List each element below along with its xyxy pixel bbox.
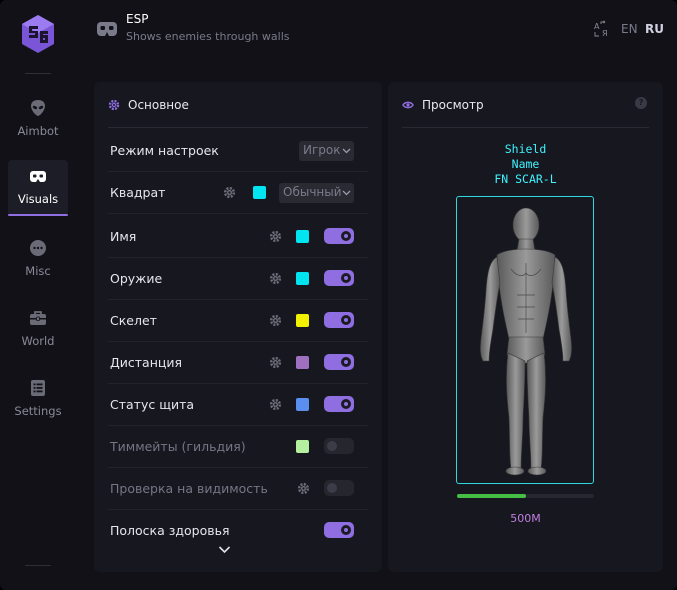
settings-row-shield-status: Статус щита bbox=[108, 384, 368, 426]
color-swatch[interactable] bbox=[296, 356, 309, 369]
row-label: Статус щита bbox=[110, 397, 195, 412]
eye-icon bbox=[402, 101, 414, 109]
row-label: Квадрат bbox=[110, 185, 166, 200]
panel-divider bbox=[402, 127, 649, 128]
health-bar-toggle[interactable] bbox=[324, 522, 354, 538]
app-window: Aimbot Visuals Misc World Settings ESP S… bbox=[0, 0, 677, 590]
page-title: ESP bbox=[126, 12, 149, 26]
chevron-down-icon[interactable] bbox=[218, 545, 231, 554]
row-label: Режим настроек bbox=[110, 143, 219, 158]
chevron-down-icon bbox=[342, 190, 351, 196]
page-subtitle: Shows enemies through walls bbox=[126, 30, 290, 43]
health-bar bbox=[457, 494, 594, 498]
sidebar-item-misc[interactable]: Misc bbox=[8, 232, 68, 288]
svg-text:A: A bbox=[594, 22, 600, 31]
help-icon[interactable]: ? bbox=[635, 97, 647, 109]
player-model-figure bbox=[480, 207, 572, 476]
app-logo bbox=[22, 15, 54, 53]
settings-row-health-bar: Полоска здоровья bbox=[108, 510, 368, 552]
sidebar-item-label: Aimbot bbox=[17, 124, 59, 138]
row-label: Оружие bbox=[110, 271, 163, 286]
box-style-select[interactable]: Обычный bbox=[279, 183, 354, 203]
settings-row-box: Квадрат Обычный bbox=[108, 172, 368, 214]
color-swatch[interactable] bbox=[296, 272, 309, 285]
language-ru-button[interactable]: RU bbox=[645, 22, 664, 36]
preview-panel: Просмотр ? Shield Name FN SCAR-L 500M bbox=[388, 82, 663, 572]
sidebar-divider-top bbox=[25, 73, 51, 74]
weapon-toggle[interactable] bbox=[324, 270, 354, 286]
gear-icon[interactable] bbox=[269, 314, 282, 327]
list-icon bbox=[31, 380, 45, 396]
distance-label: 500M bbox=[510, 512, 541, 525]
gear-icon[interactable] bbox=[269, 356, 282, 369]
row-label: Полоска здоровья bbox=[110, 523, 230, 538]
gear-icon bbox=[108, 99, 120, 111]
main-settings-panel: Основное Режим настроек Игрок Квадрат Об… bbox=[94, 82, 382, 572]
esp-bounding-box bbox=[456, 196, 594, 484]
color-swatch[interactable] bbox=[296, 230, 309, 243]
name-toggle[interactable] bbox=[324, 228, 354, 244]
distance-toggle[interactable] bbox=[324, 354, 354, 370]
row-label: Тиммейты (гильдия) bbox=[110, 439, 246, 454]
panel-header: Основное bbox=[108, 96, 189, 114]
language-en-button[interactable]: EN bbox=[621, 22, 638, 36]
sidebar-item-aimbot[interactable]: Aimbot bbox=[8, 92, 68, 148]
settings-row-mode: Режим настроек Игрок bbox=[108, 130, 368, 172]
settings-row-skeleton: Скелет bbox=[108, 300, 368, 342]
panel-title: Просмотр bbox=[422, 98, 484, 112]
settings-row-teammates: Тиммейты (гильдия) bbox=[108, 426, 368, 468]
sidebar: Aimbot Visuals Misc World Settings bbox=[0, 0, 76, 590]
gear-icon[interactable] bbox=[297, 482, 310, 495]
vr-goggles-icon bbox=[97, 22, 117, 36]
row-label: Проверка на видимость bbox=[110, 481, 268, 496]
color-swatch[interactable] bbox=[253, 186, 266, 199]
settings-row-visibility-check: Проверка на видимость bbox=[108, 468, 368, 510]
alien-icon bbox=[31, 100, 45, 116]
sidebar-divider-bottom bbox=[25, 565, 51, 566]
color-swatch[interactable] bbox=[296, 314, 309, 327]
sidebar-item-label: World bbox=[21, 334, 55, 348]
color-swatch[interactable] bbox=[296, 440, 309, 453]
settings-row-distance: Дистанция bbox=[108, 342, 368, 384]
esp-label-shield: Shield bbox=[504, 142, 547, 156]
row-label: Дистанция bbox=[110, 355, 183, 370]
panel-title: Основное bbox=[128, 98, 189, 112]
svg-text:Я: Я bbox=[602, 29, 608, 38]
vr-goggles-icon bbox=[30, 171, 46, 182]
chevron-down-icon bbox=[342, 148, 351, 154]
shield-status-toggle[interactable] bbox=[324, 396, 354, 412]
health-bar-fill bbox=[457, 494, 526, 498]
active-indicator bbox=[8, 214, 68, 216]
gear-icon[interactable] bbox=[269, 398, 282, 411]
sidebar-item-label: Settings bbox=[14, 404, 62, 418]
sidebar-item-visuals[interactable]: Visuals bbox=[8, 160, 68, 216]
color-swatch[interactable] bbox=[296, 398, 309, 411]
skeleton-toggle[interactable] bbox=[324, 312, 354, 328]
select-value: Игрок bbox=[303, 143, 341, 157]
visibility-check-toggle[interactable] bbox=[324, 480, 354, 496]
chat-bubble-icon bbox=[30, 240, 46, 256]
esp-label-name: Name bbox=[511, 157, 540, 171]
sidebar-item-label: Misc bbox=[25, 264, 51, 278]
esp-label-weapon: FN SCAR-L bbox=[494, 172, 557, 186]
gear-icon[interactable] bbox=[269, 272, 282, 285]
gear-icon[interactable] bbox=[269, 230, 282, 243]
translate-icon[interactable]: A Я bbox=[594, 20, 612, 38]
sidebar-item-world[interactable]: World bbox=[8, 302, 68, 358]
row-label: Имя bbox=[110, 229, 137, 244]
sidebar-item-settings[interactable]: Settings bbox=[8, 372, 68, 428]
toolbox-icon bbox=[30, 311, 46, 325]
mode-select[interactable]: Игрок bbox=[299, 141, 354, 161]
panel-header: Просмотр bbox=[402, 96, 484, 114]
panel-divider bbox=[108, 127, 368, 128]
sidebar-item-label: Visuals bbox=[17, 192, 59, 206]
gear-icon[interactable] bbox=[223, 186, 236, 199]
row-label: Скелет bbox=[110, 313, 157, 328]
settings-row-name: Имя bbox=[108, 216, 368, 258]
teammates-toggle[interactable] bbox=[324, 438, 354, 454]
settings-row-weapon: Оружие bbox=[108, 258, 368, 300]
select-value: Обычный bbox=[283, 185, 342, 199]
